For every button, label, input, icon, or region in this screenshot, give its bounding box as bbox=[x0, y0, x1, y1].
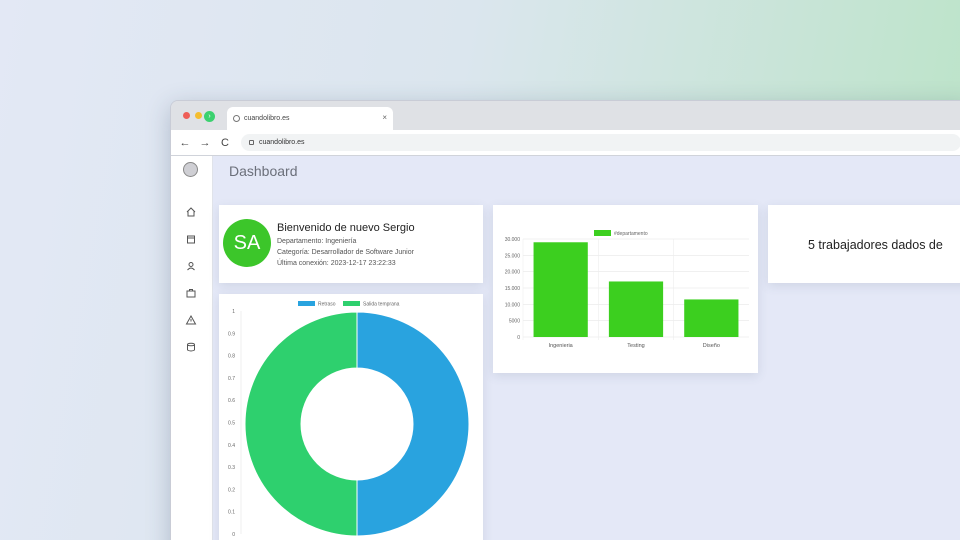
y-tick-label: 0 bbox=[517, 335, 520, 341]
workers-card: 5 trabajadores dados de bbox=[768, 205, 960, 283]
home-icon[interactable] bbox=[185, 206, 197, 218]
clock-logo-icon bbox=[183, 162, 198, 177]
legend-swatch bbox=[594, 230, 611, 236]
minimize-window-dot[interactable] bbox=[195, 112, 202, 119]
y-tick-label: 15.000 bbox=[505, 286, 521, 292]
lock-icon bbox=[249, 140, 254, 145]
profile-card: SA Bienvenido de nuevo Sergio Departamen… bbox=[219, 205, 483, 283]
legend-swatch-retraso bbox=[298, 301, 315, 306]
y-tick-label: 0.5 bbox=[228, 421, 235, 427]
tab-bar: cuandolibro.es × bbox=[171, 101, 960, 130]
url-field[interactable]: cuandolibro.es bbox=[241, 134, 960, 151]
warning-icon[interactable] bbox=[185, 314, 197, 326]
y-tick-label: 0.1 bbox=[228, 510, 235, 516]
briefcase-icon[interactable] bbox=[185, 287, 197, 299]
y-tick-label: 0.9 bbox=[228, 331, 235, 337]
y-tick-label: 0 bbox=[232, 532, 235, 538]
x-tick-label: Diseño bbox=[703, 343, 720, 349]
forward-icon[interactable]: → bbox=[195, 137, 215, 149]
welcome-text: Bienvenido de nuevo Sergio bbox=[277, 222, 415, 234]
y-tick-label: 0.7 bbox=[228, 376, 235, 382]
x-tick-label: Testing bbox=[627, 343, 644, 349]
y-tick-label: 0.4 bbox=[228, 443, 235, 449]
donut-slice bbox=[244, 311, 358, 537]
y-tick-label: 30.000 bbox=[505, 237, 521, 243]
bar-chart-card: #departamento 0 5000 10.000 15.000 20.000 25.0… bbox=[493, 205, 758, 373]
legend-label: Retraso bbox=[318, 302, 336, 308]
y-tick-label: 1 bbox=[232, 309, 235, 315]
avatar: SA bbox=[223, 219, 271, 267]
y-tick-label: 20.000 bbox=[505, 270, 521, 276]
x-tick-label: Ingenieria bbox=[549, 343, 574, 349]
bar bbox=[533, 242, 588, 337]
database-icon[interactable] bbox=[185, 341, 197, 353]
calendar-icon[interactable] bbox=[185, 233, 197, 245]
tab-title: cuandolibro.es bbox=[244, 115, 290, 122]
y-tick-label: 0.3 bbox=[228, 465, 235, 471]
legend-label: #departamento bbox=[614, 231, 648, 237]
y-tick-label: 0.8 bbox=[228, 354, 235, 360]
legend-label: Salida temprana bbox=[363, 302, 400, 308]
y-tick-label: 0.6 bbox=[228, 398, 235, 404]
sidebar-toggle-button[interactable]: › bbox=[204, 111, 215, 122]
category-text: Categoría: Desarrollador de Software Jun… bbox=[277, 249, 414, 256]
browser-tab[interactable]: cuandolibro.es × bbox=[227, 107, 393, 130]
department-text: Departamento: Ingeniería bbox=[277, 238, 357, 245]
donut-chart-card: Retraso Salida temprana 0 0.1 0.2 0.3 0.4 0.5 0.… bbox=[219, 294, 483, 540]
reload-icon[interactable]: C bbox=[215, 137, 235, 149]
back-icon[interactable]: ← bbox=[175, 137, 195, 149]
browser-window: cuandolibro.es × ← → C cuandolibro.es › … bbox=[170, 100, 960, 540]
bar bbox=[608, 281, 664, 337]
globe-icon bbox=[233, 115, 240, 122]
url-text: cuandolibro.es bbox=[259, 139, 305, 146]
y-tick-label: 5000 bbox=[509, 319, 520, 325]
department-bar-chart: #departamento 0 5000 10.000 15.000 20.000 25.0… bbox=[505, 230, 749, 349]
tab-close-icon[interactable]: × bbox=[382, 113, 387, 122]
donut-slice bbox=[356, 311, 470, 537]
bar bbox=[684, 299, 739, 337]
y-tick-label: 10.000 bbox=[505, 302, 521, 308]
attendance-donut-chart: Retraso Salida temprana 0 0.1 0.2 0.3 0.4 0.5 0.… bbox=[228, 301, 470, 538]
user-icon[interactable] bbox=[185, 260, 197, 272]
y-tick-label: 0.2 bbox=[228, 487, 235, 493]
y-tick-label: 25.000 bbox=[505, 253, 521, 259]
workers-count-text: 5 trabajadores dados de bbox=[808, 238, 943, 252]
address-bar: ← → C cuandolibro.es bbox=[171, 130, 960, 156]
legend-swatch-salida bbox=[343, 301, 360, 306]
close-window-dot[interactable] bbox=[183, 112, 190, 119]
sidebar bbox=[171, 156, 213, 540]
last-login-text: Última conexión: 2023-12-17 23:22:33 bbox=[277, 260, 396, 267]
page-title: Dashboard bbox=[229, 163, 298, 179]
